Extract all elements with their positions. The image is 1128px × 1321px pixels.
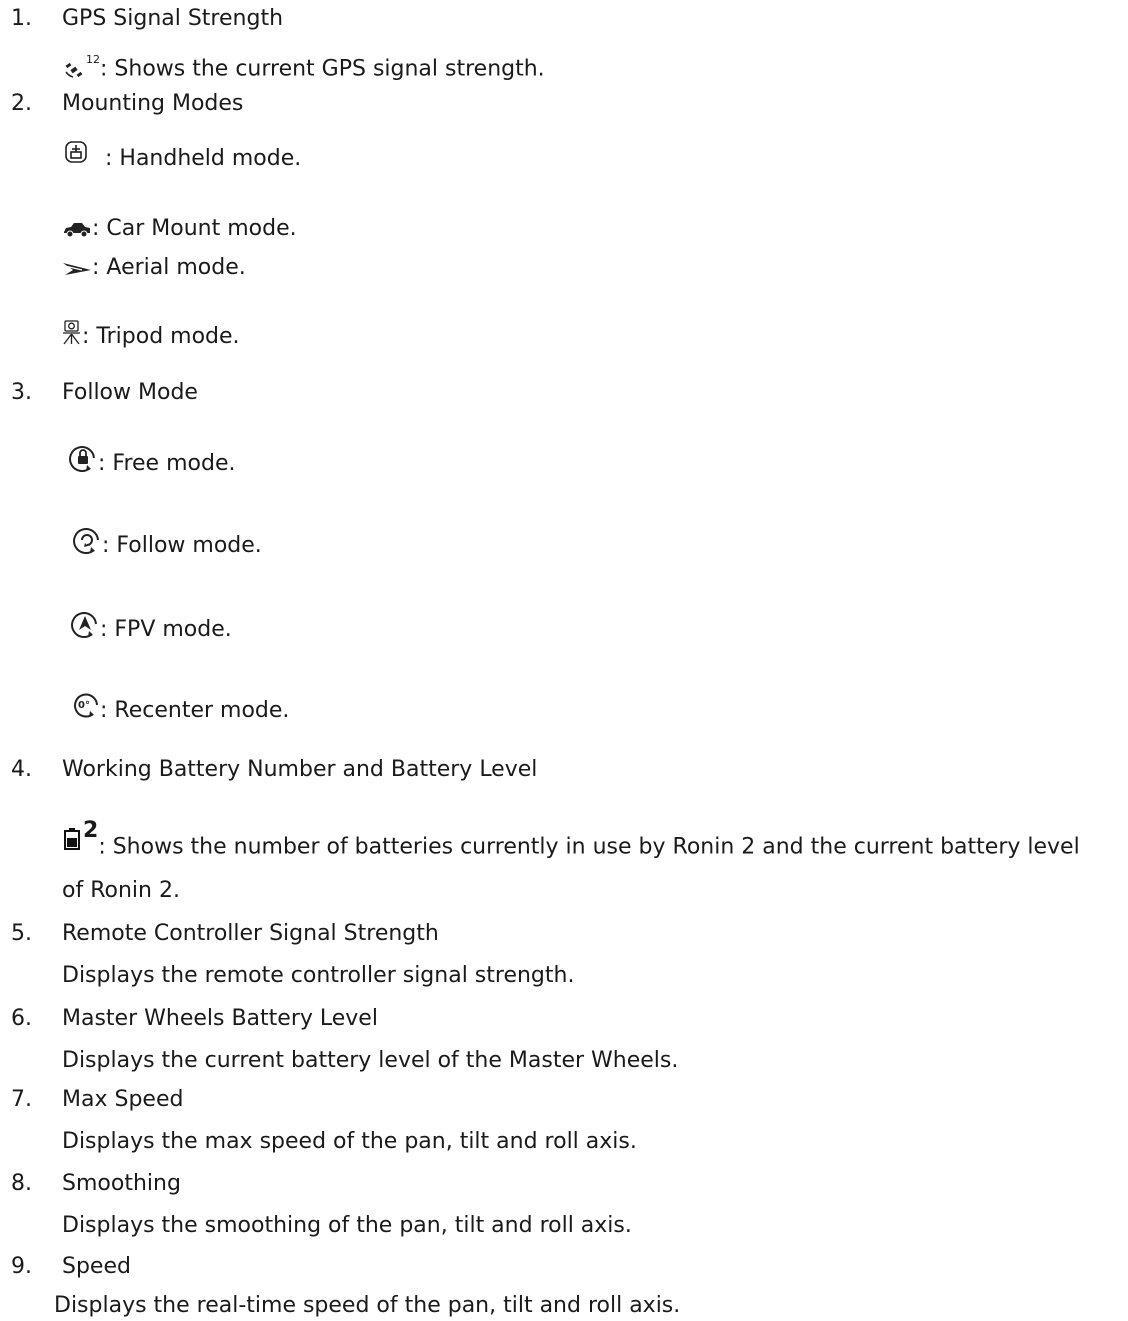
section-description: Displays the remote controller signal st… [62,963,575,988]
car-icon [62,222,92,238]
section-number: 3. [11,380,32,405]
section-number: 2. [11,91,32,116]
free-lock-icon [68,443,98,473]
battery-description-cont: of Ronin 2. [62,878,180,903]
mounting-tripod: : Tripod mode. [62,320,240,351]
section-2: 2. [0,90,32,118]
gps-line: 12: Shows the current GPS signal strengt… [64,50,545,83]
section-description: Displays the smoothing of the pan, tilt … [62,1213,632,1238]
section-3: 3. [0,379,32,407]
gps-count: 12 [86,53,100,66]
follow-fpv: : FPV mode. [70,612,232,645]
follow-recenter: 0° : Recenter mode. [72,693,290,725]
mode-label: : Aerial mode. [92,255,246,280]
section-5: 5. [0,920,32,948]
section-1: 1. [0,5,32,33]
section-number: 7. [11,1087,32,1112]
gps-satellite-icon [64,61,86,79]
section-number: 6. [11,1006,32,1031]
follow-circle-icon [72,525,102,555]
section-title: Max Speed [62,1087,184,1112]
mounting-aerial: : Aerial mode. [62,254,246,282]
section-description: Displays the current battery level of th… [62,1048,679,1073]
section-9: 9. [0,1253,32,1281]
section-4: 4. [0,756,32,784]
section-title: Mounting Modes [62,91,244,116]
fpv-icon [70,609,100,639]
section-6: 6. [0,1005,32,1033]
aerial-icon [62,262,92,276]
battery-count: 2 [83,818,99,843]
recenter-icon-text: 0° [78,700,90,711]
mounting-handheld: : Handheld mode. [64,141,302,173]
section-title: Working Battery Number and Battery Level [62,757,538,782]
section-number: 8. [11,1171,32,1196]
mode-label: : Recenter mode. [100,698,290,723]
gps-description: : Shows the current GPS signal strength. [100,56,545,82]
section-title: GPS Signal Strength [62,6,284,31]
section-title: Smoothing [62,1171,181,1196]
mode-label: : Follow mode. [102,533,262,558]
document-page: { "sections": [ {"number": "1.", "title"… [0,0,1128,1321]
section-title: Speed [62,1254,131,1279]
section-description: Displays the max speed of the pan, tilt … [62,1129,637,1154]
battery-description: : Shows the number of batteries currentl… [98,834,1080,860]
recenter-icon: 0° [72,691,100,719]
battery-line: 2: Shows the number of batteries current… [64,818,1080,861]
mode-label: : FPV mode. [100,617,232,642]
section-number: 4. [11,757,32,782]
battery-icon [64,828,80,851]
follow-follow: : Follow mode. [72,528,262,561]
section-number: 5. [11,921,32,946]
mode-label: : Free mode. [98,451,236,476]
section-description: Displays the real-time speed of the pan,… [54,1293,681,1318]
section-title: Master Wheels Battery Level [62,1006,378,1031]
mode-label: : Tripod mode. [82,324,240,349]
mounting-car: : Car Mount mode. [62,215,297,243]
section-8: 8. [0,1170,32,1198]
tripod-icon [62,320,82,346]
section-7: 7. [0,1086,32,1114]
section-number: 9. [11,1254,32,1279]
handheld-icon [64,140,90,166]
section-title: Follow Mode [62,380,198,405]
section-number: 1. [11,6,32,31]
follow-free: : Free mode. [68,446,236,479]
mode-label: : Handheld mode. [98,146,302,171]
mode-label: : Car Mount mode. [92,216,297,241]
section-title: Remote Controller Signal Strength [62,921,439,946]
